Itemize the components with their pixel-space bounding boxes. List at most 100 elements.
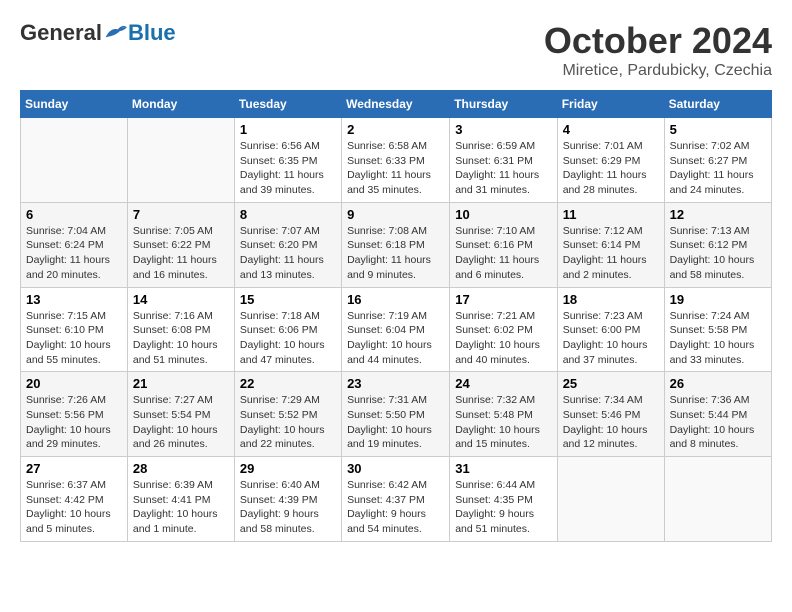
table-row: 26Sunrise: 7:36 AM Sunset: 5:44 PM Dayli… bbox=[664, 372, 771, 457]
day-number: 3 bbox=[455, 122, 551, 137]
day-info: Sunrise: 6:37 AM Sunset: 4:42 PM Dayligh… bbox=[26, 479, 111, 535]
day-number: 13 bbox=[26, 292, 122, 307]
col-sunday: Sunday bbox=[21, 91, 128, 118]
table-row: 14Sunrise: 7:16 AM Sunset: 6:08 PM Dayli… bbox=[127, 287, 234, 372]
table-row: 19 Sunrise: 7:24 AM Sunset: 5:58 PM Dayli… bbox=[664, 287, 771, 372]
day-info: Sunrise: 6:42 AM Sunset: 4:37 PM Dayligh… bbox=[347, 479, 427, 535]
day-info: Sunrise: 7:23 AM Sunset: 6:00 PM Dayligh… bbox=[563, 310, 648, 366]
table-row bbox=[127, 118, 234, 203]
table-row: 30 Sunrise: 6:42 AM Sunset: 4:37 PM Dayli… bbox=[342, 457, 450, 542]
day-info: Sunrise: 7:24 AM Sunset: 5:58 PM Dayligh… bbox=[670, 310, 755, 366]
day-info: Sunrise: 7:05 AM Sunset: 6:22 PM Dayligh… bbox=[133, 225, 217, 281]
day-info: Sunrise: 6:39 AM Sunset: 4:41 PM Dayligh… bbox=[133, 479, 218, 535]
month-title: October 2024 bbox=[544, 20, 772, 62]
logo-blue-text: Blue bbox=[128, 20, 176, 46]
day-info: Sunrise: 6:40 AM Sunset: 4:39 PM Dayligh… bbox=[240, 479, 320, 535]
day-info: Sunrise: 7:15 AM Sunset: 6:10 PM Dayligh… bbox=[26, 310, 111, 366]
day-number: 2 bbox=[347, 122, 444, 137]
day-info: Sunrise: 7:36 AM Sunset: 5:44 PM Dayligh… bbox=[670, 394, 755, 450]
col-monday: Monday bbox=[127, 91, 234, 118]
day-number: 5 bbox=[670, 122, 766, 137]
calendar-header-row: Sunday Monday Tuesday Wednesday Thursday… bbox=[21, 91, 772, 118]
day-number: 24 bbox=[455, 376, 551, 391]
day-number: 29 bbox=[240, 461, 336, 476]
table-row bbox=[664, 457, 771, 542]
day-info: Sunrise: 7:13 AM Sunset: 6:12 PM Dayligh… bbox=[670, 225, 755, 281]
table-row: 3 Sunrise: 6:59 AM Sunset: 6:31 PM Daylig… bbox=[450, 118, 557, 203]
title-block: October 2024 Miretice, Pardubicky, Czech… bbox=[544, 20, 772, 80]
table-row: 5 Sunrise: 7:02 AM Sunset: 6:27 PM Daylig… bbox=[664, 118, 771, 203]
day-number: 12 bbox=[670, 207, 766, 222]
day-number: 8 bbox=[240, 207, 336, 222]
table-row: 18 Sunrise: 7:23 AM Sunset: 6:00 PM Dayli… bbox=[557, 287, 664, 372]
day-info: Sunrise: 7:02 AM Sunset: 6:27 PM Dayligh… bbox=[670, 140, 754, 196]
table-row: 7 Sunrise: 7:05 AM Sunset: 6:22 PM Daylig… bbox=[127, 202, 234, 287]
logo: General Blue bbox=[20, 20, 176, 46]
day-number: 4 bbox=[563, 122, 659, 137]
day-number: 17 bbox=[455, 292, 551, 307]
day-number: 30 bbox=[347, 461, 444, 476]
table-row: 21Sunrise: 7:27 AM Sunset: 5:54 PM Dayli… bbox=[127, 372, 234, 457]
day-number: 23 bbox=[347, 376, 444, 391]
calendar-week-row: 6Sunrise: 7:04 AM Sunset: 6:24 PM Daylig… bbox=[21, 202, 772, 287]
day-info: Sunrise: 7:34 AM Sunset: 5:46 PM Dayligh… bbox=[563, 394, 648, 450]
day-number: 15 bbox=[240, 292, 336, 307]
day-number: 28 bbox=[133, 461, 229, 476]
table-row: 4 Sunrise: 7:01 AM Sunset: 6:29 PM Daylig… bbox=[557, 118, 664, 203]
table-row: 12 Sunrise: 7:13 AM Sunset: 6:12 PM Dayli… bbox=[664, 202, 771, 287]
day-number: 10 bbox=[455, 207, 551, 222]
day-info: Sunrise: 7:29 AM Sunset: 5:52 PM Dayligh… bbox=[240, 394, 325, 450]
day-info: Sunrise: 7:19 AM Sunset: 6:04 PM Dayligh… bbox=[347, 310, 432, 366]
day-info: Sunrise: 7:31 AM Sunset: 5:50 PM Dayligh… bbox=[347, 394, 432, 450]
day-number: 11 bbox=[563, 207, 659, 222]
day-number: 18 bbox=[563, 292, 659, 307]
day-info: Sunrise: 7:21 AM Sunset: 6:02 PM Dayligh… bbox=[455, 310, 540, 366]
table-row: 13 Sunrise: 7:15 AM Sunset: 6:10 PM Dayli… bbox=[21, 287, 128, 372]
col-wednesday: Wednesday bbox=[342, 91, 450, 118]
table-row: 11Sunrise: 7:12 AM Sunset: 6:14 PM Dayli… bbox=[557, 202, 664, 287]
day-number: 6 bbox=[26, 207, 122, 222]
day-number: 16 bbox=[347, 292, 444, 307]
table-row: 6Sunrise: 7:04 AM Sunset: 6:24 PM Daylig… bbox=[21, 202, 128, 287]
table-row: 28 Sunrise: 6:39 AM Sunset: 4:41 PM Dayli… bbox=[127, 457, 234, 542]
day-info: Sunrise: 7:08 AM Sunset: 6:18 PM Dayligh… bbox=[347, 225, 431, 281]
day-info: Sunrise: 6:58 AM Sunset: 6:33 PM Dayligh… bbox=[347, 140, 431, 196]
day-info: Sunrise: 7:32 AM Sunset: 5:48 PM Dayligh… bbox=[455, 394, 540, 450]
day-info: Sunrise: 6:59 AM Sunset: 6:31 PM Dayligh… bbox=[455, 140, 539, 196]
col-saturday: Saturday bbox=[664, 91, 771, 118]
day-number: 19 bbox=[670, 292, 766, 307]
table-row: 10 Sunrise: 7:10 AM Sunset: 6:16 PM Dayli… bbox=[450, 202, 557, 287]
col-thursday: Thursday bbox=[450, 91, 557, 118]
table-row: 25 Sunrise: 7:34 AM Sunset: 5:46 PM Dayli… bbox=[557, 372, 664, 457]
table-row: 8Sunrise: 7:07 AM Sunset: 6:20 PM Daylig… bbox=[234, 202, 341, 287]
table-row: 17 Sunrise: 7:21 AM Sunset: 6:02 PM Dayli… bbox=[450, 287, 557, 372]
table-row bbox=[21, 118, 128, 203]
day-info: Sunrise: 7:16 AM Sunset: 6:08 PM Dayligh… bbox=[133, 310, 218, 366]
col-friday: Friday bbox=[557, 91, 664, 118]
day-number: 31 bbox=[455, 461, 551, 476]
day-info: Sunrise: 6:56 AM Sunset: 6:35 PM Dayligh… bbox=[240, 140, 324, 196]
location-subtitle: Miretice, Pardubicky, Czechia bbox=[544, 62, 772, 80]
day-number: 27 bbox=[26, 461, 122, 476]
table-row: 15 Sunrise: 7:18 AM Sunset: 6:06 PM Dayli… bbox=[234, 287, 341, 372]
table-row: 16 Sunrise: 7:19 AM Sunset: 6:04 PM Dayli… bbox=[342, 287, 450, 372]
calendar-table: Sunday Monday Tuesday Wednesday Thursday… bbox=[20, 90, 772, 542]
day-info: Sunrise: 7:18 AM Sunset: 6:06 PM Dayligh… bbox=[240, 310, 325, 366]
table-row bbox=[557, 457, 664, 542]
table-row: 1 Sunrise: 6:56 AM Sunset: 6:35 PM Daylig… bbox=[234, 118, 341, 203]
day-number: 7 bbox=[133, 207, 229, 222]
day-number: 20 bbox=[26, 376, 122, 391]
table-row: 29 Sunrise: 6:40 AM Sunset: 4:39 PM Dayli… bbox=[234, 457, 341, 542]
day-info: Sunrise: 7:01 AM Sunset: 6:29 PM Dayligh… bbox=[563, 140, 647, 196]
table-row: 2 Sunrise: 6:58 AM Sunset: 6:33 PM Daylig… bbox=[342, 118, 450, 203]
table-row: 23 Sunrise: 7:31 AM Sunset: 5:50 PM Dayli… bbox=[342, 372, 450, 457]
day-number: 25 bbox=[563, 376, 659, 391]
day-number: 1 bbox=[240, 122, 336, 137]
table-row: 20 Sunrise: 7:26 AM Sunset: 5:56 PM Dayli… bbox=[21, 372, 128, 457]
table-row: 31Sunrise: 6:44 AM Sunset: 4:35 PM Dayli… bbox=[450, 457, 557, 542]
table-row: 27 Sunrise: 6:37 AM Sunset: 4:42 PM Dayli… bbox=[21, 457, 128, 542]
day-info: Sunrise: 7:26 AM Sunset: 5:56 PM Dayligh… bbox=[26, 394, 111, 450]
day-info: Sunrise: 7:10 AM Sunset: 6:16 PM Dayligh… bbox=[455, 225, 539, 281]
day-number: 21 bbox=[133, 376, 229, 391]
calendar-week-row: 27 Sunrise: 6:37 AM Sunset: 4:42 PM Dayli… bbox=[21, 457, 772, 542]
